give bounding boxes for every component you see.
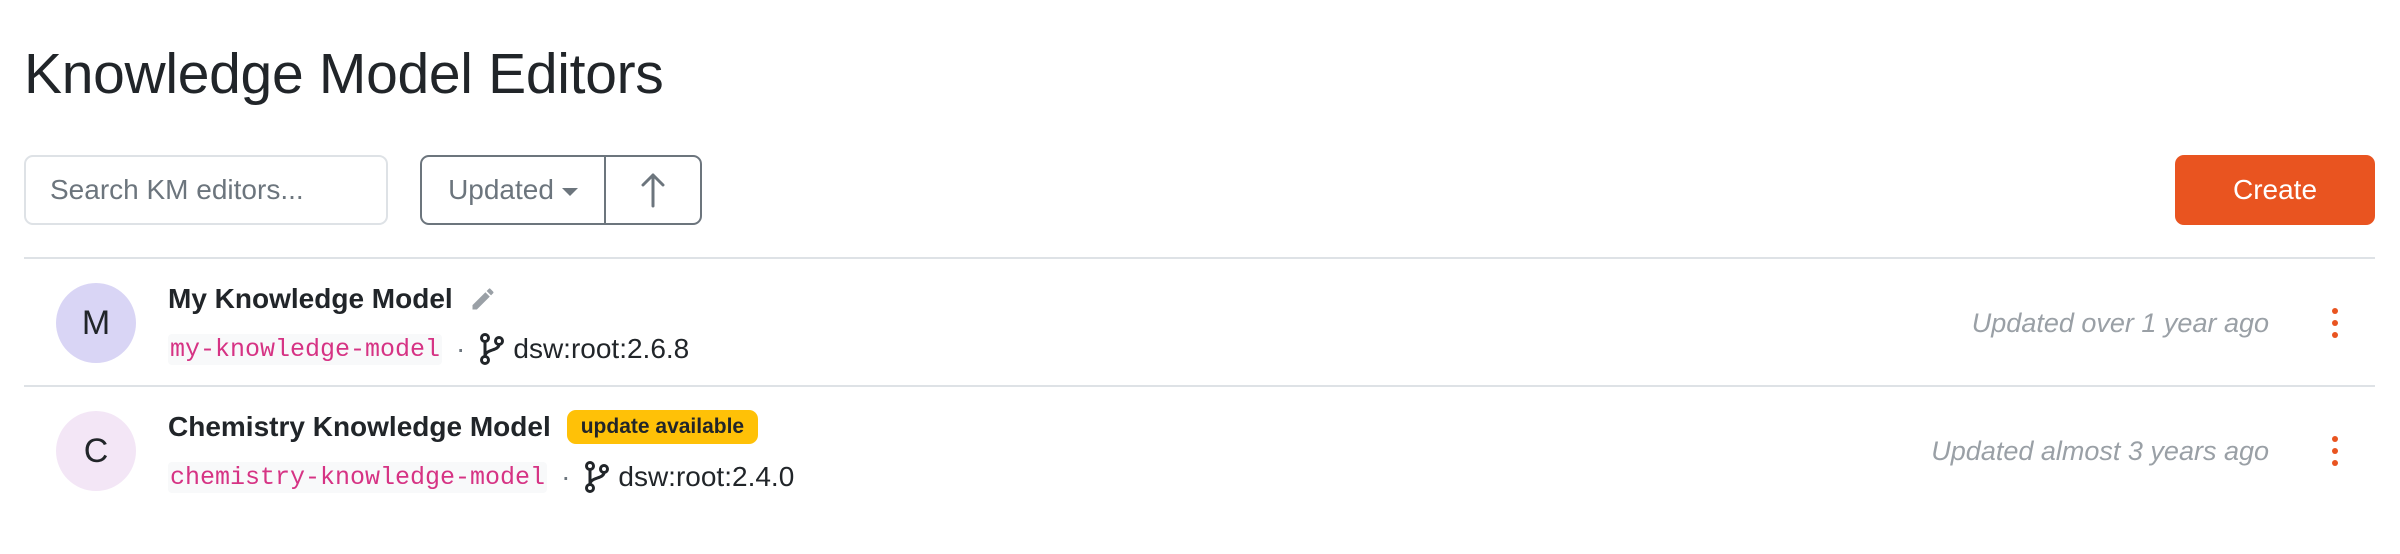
arrow-up-icon	[641, 173, 665, 208]
list-item[interactable]: C Chemistry Knowledge Model update avail…	[24, 385, 2375, 513]
item-meta-line: chemistry-knowledge-model · dsw:root:2.4…	[168, 457, 794, 497]
page: Knowledge Model Editors Updated Create M…	[0, 0, 2400, 554]
updated-timestamp: Updated almost 3 years ago	[1931, 436, 2269, 466]
update-available-badge: update available	[566, 410, 759, 444]
item-name[interactable]: Chemistry Knowledge Model	[168, 411, 551, 443]
sort-by-label: Updated	[448, 174, 554, 205]
km-id: my-knowledge-model	[168, 333, 443, 365]
separator: ·	[561, 461, 571, 492]
separator: ·	[456, 333, 466, 364]
toolbar: Updated Create	[24, 155, 2375, 225]
item-title-line: My Knowledge Model	[168, 279, 497, 319]
km-editor-list: M My Knowledge Model my-knowledge-model …	[24, 257, 2375, 513]
avatar: C	[56, 411, 136, 491]
updated-timestamp: Updated over 1 year ago	[1971, 308, 2269, 338]
sort-direction-button[interactable]	[606, 157, 700, 223]
sort-control: Updated	[420, 155, 702, 225]
item-meta-line: my-knowledge-model · dsw:root:2.6.8	[168, 329, 689, 369]
parent-package-id: dsw:root:2.4.0	[618, 461, 795, 492]
more-actions-icon[interactable]	[2325, 433, 2345, 469]
caret-down-icon	[561, 188, 578, 196]
pencil-icon	[469, 285, 497, 313]
code-branch-icon	[479, 333, 505, 365]
avatar: M	[56, 283, 136, 363]
create-button[interactable]: Create	[2175, 155, 2375, 225]
search-input[interactable]	[24, 155, 388, 225]
list-item[interactable]: M My Knowledge Model my-knowledge-model …	[24, 257, 2375, 385]
item-name[interactable]: My Knowledge Model	[168, 283, 453, 315]
sort-by-dropdown[interactable]: Updated	[422, 157, 606, 223]
item-title-line: Chemistry Knowledge Model update availab…	[168, 407, 759, 447]
km-id: chemistry-knowledge-model	[168, 461, 548, 493]
parent-package-id: dsw:root:2.6.8	[513, 333, 690, 364]
more-actions-icon[interactable]	[2325, 305, 2345, 341]
code-branch-icon	[584, 461, 610, 493]
page-title: Knowledge Model Editors	[24, 42, 664, 106]
